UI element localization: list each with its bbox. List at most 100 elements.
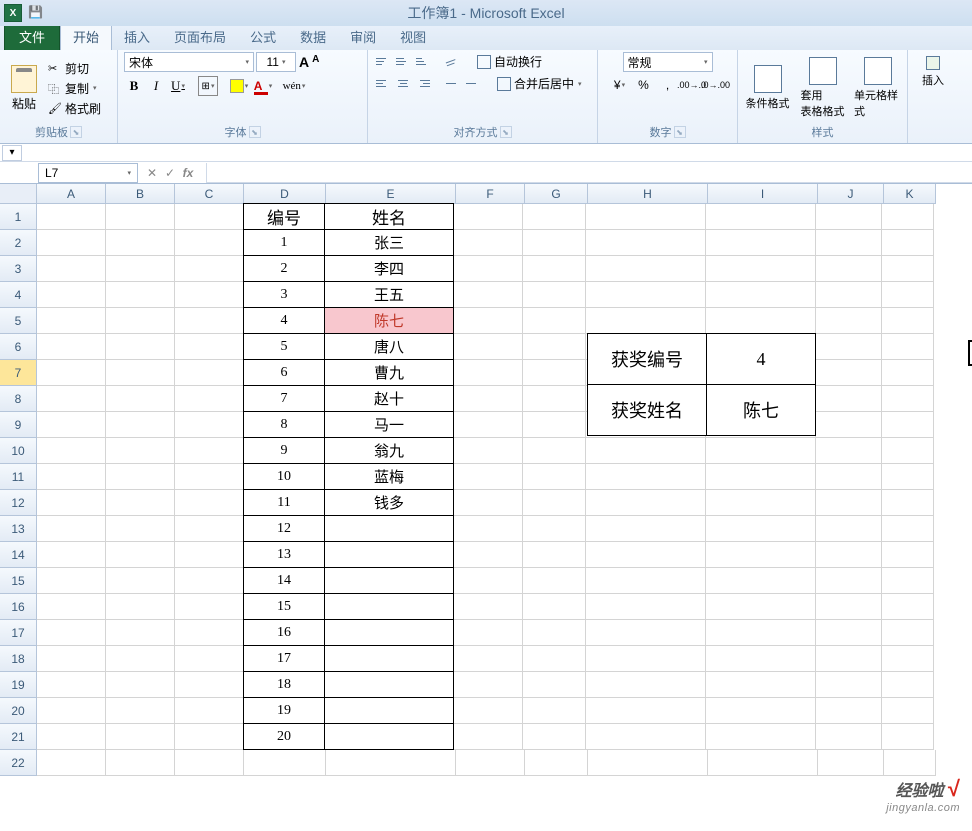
cell-K18[interactable] [882,646,934,672]
cell-G7[interactable] [523,360,586,386]
cell-I22[interactable] [708,750,818,776]
cell-G12[interactable] [523,490,586,516]
fill-color-button[interactable]: ▾ [228,76,250,96]
cell-H20[interactable] [586,698,706,724]
cell-C9[interactable] [175,412,244,438]
cell-C2[interactable] [175,230,244,256]
row-header-20[interactable]: 20 [0,698,37,724]
cell-G18[interactable] [523,646,586,672]
cell-H1[interactable] [586,204,706,230]
cell-B12[interactable] [106,490,175,516]
cell-B19[interactable] [106,672,175,698]
cell-I21[interactable] [706,724,816,750]
increase-decimal-button[interactable]: .00→.0 [681,75,703,95]
font-color-button[interactable]: ▾ [252,76,274,96]
cell-D17[interactable]: 16 [243,619,325,646]
wrap-text-button[interactable]: 自动换行 [474,52,545,71]
cell-C7[interactable] [175,360,244,386]
cell-E5[interactable]: 陈七 [324,307,454,334]
cell-E18[interactable] [324,645,454,672]
cell-D1[interactable]: 编号 [243,203,325,230]
cell-B8[interactable] [106,386,175,412]
cell-A2[interactable] [37,230,106,256]
col-header-E[interactable]: E [326,184,456,204]
row-header-7[interactable]: 7 [0,360,37,386]
cell-F12[interactable] [454,490,523,516]
cell-F16[interactable] [454,594,523,620]
cell-K7[interactable] [882,360,934,386]
cell-H3[interactable] [586,256,706,282]
cell-E15[interactable] [324,567,454,594]
cell-K10[interactable] [882,438,934,464]
cell-J21[interactable] [816,724,882,750]
cell-H2[interactable] [586,230,706,256]
col-header-F[interactable]: F [456,184,525,204]
row-header-1[interactable]: 1 [0,204,37,230]
cell-D14[interactable]: 13 [243,541,325,568]
cell-F17[interactable] [454,620,523,646]
cell-E11[interactable]: 蓝梅 [324,463,454,490]
cell-E2[interactable]: 张三 [324,229,454,256]
cell-D15[interactable]: 14 [243,567,325,594]
cell-H13[interactable] [586,516,706,542]
cell-F15[interactable] [454,568,523,594]
cell-H17[interactable] [586,620,706,646]
cell-G14[interactable] [523,542,586,568]
cell-G15[interactable] [523,568,586,594]
font-name-select[interactable]: 宋体▾ [124,52,254,72]
cell-B15[interactable] [106,568,175,594]
cell-E14[interactable] [324,541,454,568]
cell-C16[interactable] [175,594,244,620]
cell-J13[interactable] [816,516,882,542]
spreadsheet-grid[interactable]: ABCDEFGHIJK 1234567891011121314151617181… [0,184,972,824]
cell-I18[interactable] [706,646,816,672]
col-header-H[interactable]: H [588,184,708,204]
cell-K5[interactable] [882,308,934,334]
row-header-14[interactable]: 14 [0,542,37,568]
cell-D11[interactable]: 10 [243,463,325,490]
cell-J8[interactable] [816,386,882,412]
cell-B14[interactable] [106,542,175,568]
tab-insert[interactable]: 插入 [112,23,162,50]
cell-G3[interactable] [523,256,586,282]
cell-J18[interactable] [816,646,882,672]
result-value[interactable]: 4 [706,333,816,385]
cell-F18[interactable] [454,646,523,672]
align-top-button[interactable] [374,53,392,71]
cell-G11[interactable] [523,464,586,490]
cell-K9[interactable] [882,412,934,438]
cell-H10[interactable] [586,438,706,464]
cell-J16[interactable] [816,594,882,620]
cell-C10[interactable] [175,438,244,464]
row-header-4[interactable]: 4 [0,282,37,308]
cell-G1[interactable] [523,204,586,230]
row-header-9[interactable]: 9 [0,412,37,438]
cell-F5[interactable] [454,308,523,334]
cell-C13[interactable] [175,516,244,542]
enter-icon[interactable]: ✓ [162,166,178,180]
select-all-corner[interactable] [0,184,37,204]
cell-H21[interactable] [586,724,706,750]
copy-button[interactable]: 复制▾ [46,79,103,98]
cell-B6[interactable] [106,334,175,360]
align-bottom-button[interactable] [414,53,432,71]
cell-B22[interactable] [106,750,175,776]
tab-layout[interactable]: 页面布局 [162,23,238,50]
cell-E13[interactable] [324,515,454,542]
cell-G8[interactable] [523,386,586,412]
cell-C1[interactable] [175,204,244,230]
cell-G5[interactable] [523,308,586,334]
cell-A19[interactable] [37,672,106,698]
cell-A4[interactable] [37,282,106,308]
cell-C6[interactable] [175,334,244,360]
cell-B1[interactable] [106,204,175,230]
shrink-font-icon[interactable]: A [311,54,320,70]
cell-I5[interactable] [706,308,816,334]
col-header-I[interactable]: I [708,184,818,204]
cell-B11[interactable] [106,464,175,490]
grow-font-icon[interactable]: A [298,54,310,70]
cell-K21[interactable] [882,724,934,750]
cell-F6[interactable] [454,334,523,360]
row-header-8[interactable]: 8 [0,386,37,412]
cell-I11[interactable] [706,464,816,490]
